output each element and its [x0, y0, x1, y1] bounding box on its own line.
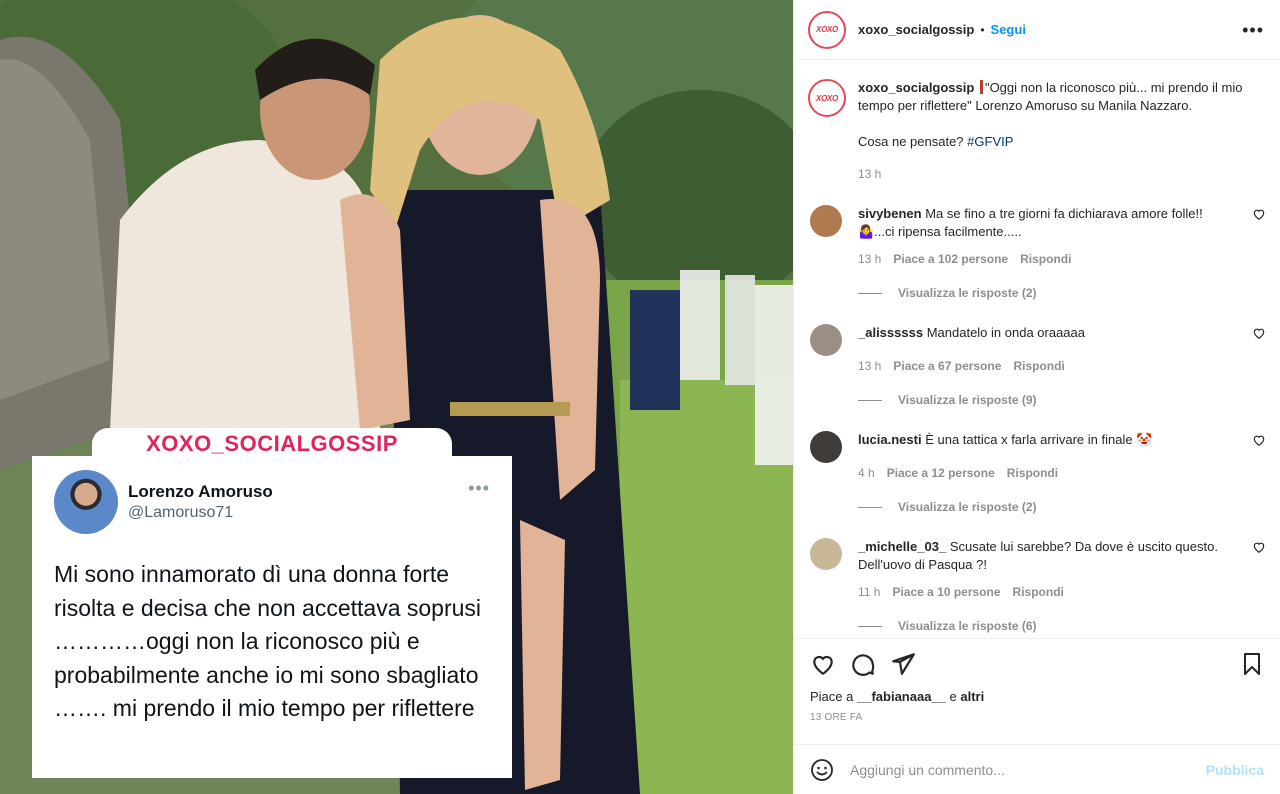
view-replies-button[interactable]: Visualizza le risposte (2): [858, 286, 1280, 300]
comment-avatar[interactable]: [810, 538, 842, 570]
caption-question: Cosa ne pensate?: [858, 134, 964, 149]
comment-item: _michelle_03_ Scusate lui sarebbe? Da do…: [794, 538, 1280, 601]
publish-button[interactable]: Pubblica: [1206, 762, 1264, 778]
comment-time: 13 h: [858, 252, 882, 266]
tweet-header: Lorenzo Amoruso @Lamoruso71 •••: [54, 470, 490, 534]
comment-heart-icon[interactable]: [1252, 326, 1266, 340]
avatar-logo-text: XOXO: [816, 25, 838, 34]
comment-username[interactable]: sivybenen: [858, 206, 922, 221]
view-replies-label: Visualizza le risposte (2): [898, 500, 1037, 514]
bookmark-icon[interactable]: [1240, 652, 1264, 676]
caption-time: 13 h: [858, 167, 882, 181]
caption-question-line: Cosa ne pensate? #GFVIP: [858, 133, 1264, 151]
hashtag-link[interactable]: #GFVIP: [967, 134, 1013, 149]
comment-body: _alissssss Mandatelo in onda oraaaaa 13 …: [858, 324, 1264, 375]
tweet-text: Mi sono innamorato dì una donna forte ri…: [54, 561, 482, 721]
comment-likes[interactable]: Piace a 10 persone: [892, 583, 1000, 601]
tweet-names: Lorenzo Amoruso @Lamoruso71: [128, 482, 468, 522]
comment-likes[interactable]: Piace a 12 persone: [887, 464, 995, 482]
comment-likes[interactable]: Piace a 102 persone: [893, 250, 1008, 268]
comment-heart-icon[interactable]: [1252, 207, 1266, 221]
follow-button[interactable]: Segui: [991, 22, 1026, 37]
replies-line: [858, 506, 882, 508]
view-replies-button[interactable]: Visualizza le risposte (9): [858, 393, 1280, 407]
comment-text: È una tattica x farla arrivare in finale…: [925, 432, 1153, 447]
comment-body: _michelle_03_ Scusate lui sarebbe? Da do…: [858, 538, 1264, 601]
comment-username[interactable]: lucia.nesti: [858, 432, 922, 447]
view-replies-label: Visualizza le risposte (2): [898, 286, 1037, 300]
post-sidebar: XOXO xoxo_socialgossip • Segui ••• XOXO …: [793, 0, 1280, 794]
caption-username[interactable]: xoxo_socialgossip: [858, 80, 974, 95]
more-options-icon[interactable]: •••: [1242, 21, 1264, 39]
reply-button[interactable]: Rispondi: [1013, 357, 1064, 375]
comment-meta: 11 h Piace a 10 persone Rispondi: [858, 583, 1240, 601]
comment-time: 4 h: [858, 466, 875, 480]
share-icon[interactable]: [890, 651, 916, 677]
avatar[interactable]: XOXO: [808, 10, 846, 49]
comment-text: Mandatelo in onda oraaaaa: [926, 325, 1085, 340]
comment-meta: 4 h Piace a 12 persone Rispondi: [858, 464, 1240, 482]
add-comment-bar: Pubblica: [794, 744, 1280, 794]
post-image: XOXO_SOCIALGOSSIP Lorenzo Amoruso @Lamor…: [0, 0, 793, 794]
post-date: 13 ORE FA: [810, 712, 863, 723]
comment-username[interactable]: _alissssss: [858, 325, 923, 340]
view-replies-label: Visualizza le risposte (9): [898, 393, 1037, 407]
post-caption: XOXO xoxo_socialgossip "Oggi non la rico…: [794, 61, 1280, 199]
comments-list[interactable]: XOXO xoxo_socialgossip "Oggi non la rico…: [794, 61, 1280, 637]
comment-icon[interactable]: [850, 651, 876, 677]
post-actions: Piace a __fabianaaa__ e altri 13 ORE FA: [794, 638, 1280, 744]
post-header: XOXO xoxo_socialgossip • Segui •••: [794, 0, 1280, 60]
view-replies-button[interactable]: Visualizza le risposte (6): [858, 619, 1280, 633]
smile-icon[interactable]: [810, 758, 834, 782]
tweet-author-name: Lorenzo Amoruso: [128, 482, 273, 501]
post-author-username[interactable]: xoxo_socialgossip: [858, 22, 974, 37]
separator-dot: •: [980, 22, 985, 37]
comment-time: 13 h: [858, 359, 882, 373]
replies-line: [858, 399, 882, 401]
tweet-author-handle: @Lamoruso71: [128, 504, 234, 521]
view-replies-button[interactable]: Visualizza le risposte (2): [858, 500, 1280, 514]
reply-button[interactable]: Rispondi: [1007, 464, 1058, 482]
likes-and: e: [949, 689, 957, 704]
avatar-logo-text: XOXO: [816, 93, 838, 103]
comment-likes[interactable]: Piace a 67 persone: [893, 357, 1001, 375]
comment-body: lucia.nesti È una tattica x farla arriva…: [858, 431, 1264, 482]
caption-body: xoxo_socialgossip "Oggi non la riconosco…: [858, 79, 1264, 199]
comment-item: lucia.nesti È una tattica x farla arriva…: [794, 431, 1280, 482]
comment-meta: 13 h Piace a 102 persone Rispondi: [858, 250, 1240, 268]
comment-username[interactable]: _michelle_03_: [858, 539, 946, 554]
comment-heart-icon[interactable]: [1252, 540, 1266, 554]
likes-summary[interactable]: Piace a __fabianaaa__ e altri: [810, 689, 1264, 704]
likes-others[interactable]: altri: [960, 689, 984, 704]
comment-meta: 13 h Piace a 67 persone Rispondi: [858, 357, 1240, 375]
comment-item: _alissssss Mandatelo in onda oraaaaa 13 …: [794, 324, 1280, 375]
comment-avatar[interactable]: [810, 431, 842, 463]
comment-heart-icon[interactable]: [1252, 433, 1266, 447]
comment-avatar[interactable]: [810, 324, 842, 356]
replies-line: [858, 625, 882, 627]
comment-body: sivybenen Ma se fino a tre giorni fa dic…: [858, 205, 1264, 268]
heart-icon[interactable]: [810, 651, 836, 677]
view-replies-label: Visualizza le risposte (6): [898, 619, 1037, 633]
likes-user[interactable]: __fabianaaa__: [857, 689, 946, 704]
reply-button[interactable]: Rispondi: [1020, 250, 1071, 268]
action-row: [810, 639, 1264, 689]
tweet-avatar: [54, 470, 118, 534]
comment-avatar[interactable]: [810, 205, 842, 237]
comment-time: 11 h: [858, 585, 881, 599]
tweet-screenshot: Lorenzo Amoruso @Lamoruso71 ••• Mi sono …: [32, 456, 512, 778]
comment-input[interactable]: [850, 761, 1206, 778]
red-bar-emoji-icon: [979, 80, 983, 94]
comment-item: sivybenen Ma se fino a tre giorni fa dic…: [794, 205, 1280, 268]
replies-line: [858, 292, 882, 294]
tweet-more-icon: •••: [468, 478, 490, 498]
reply-button[interactable]: Rispondi: [1013, 583, 1064, 601]
caption-avatar[interactable]: XOXO: [808, 79, 846, 117]
likes-prefix: Piace a: [810, 689, 854, 704]
